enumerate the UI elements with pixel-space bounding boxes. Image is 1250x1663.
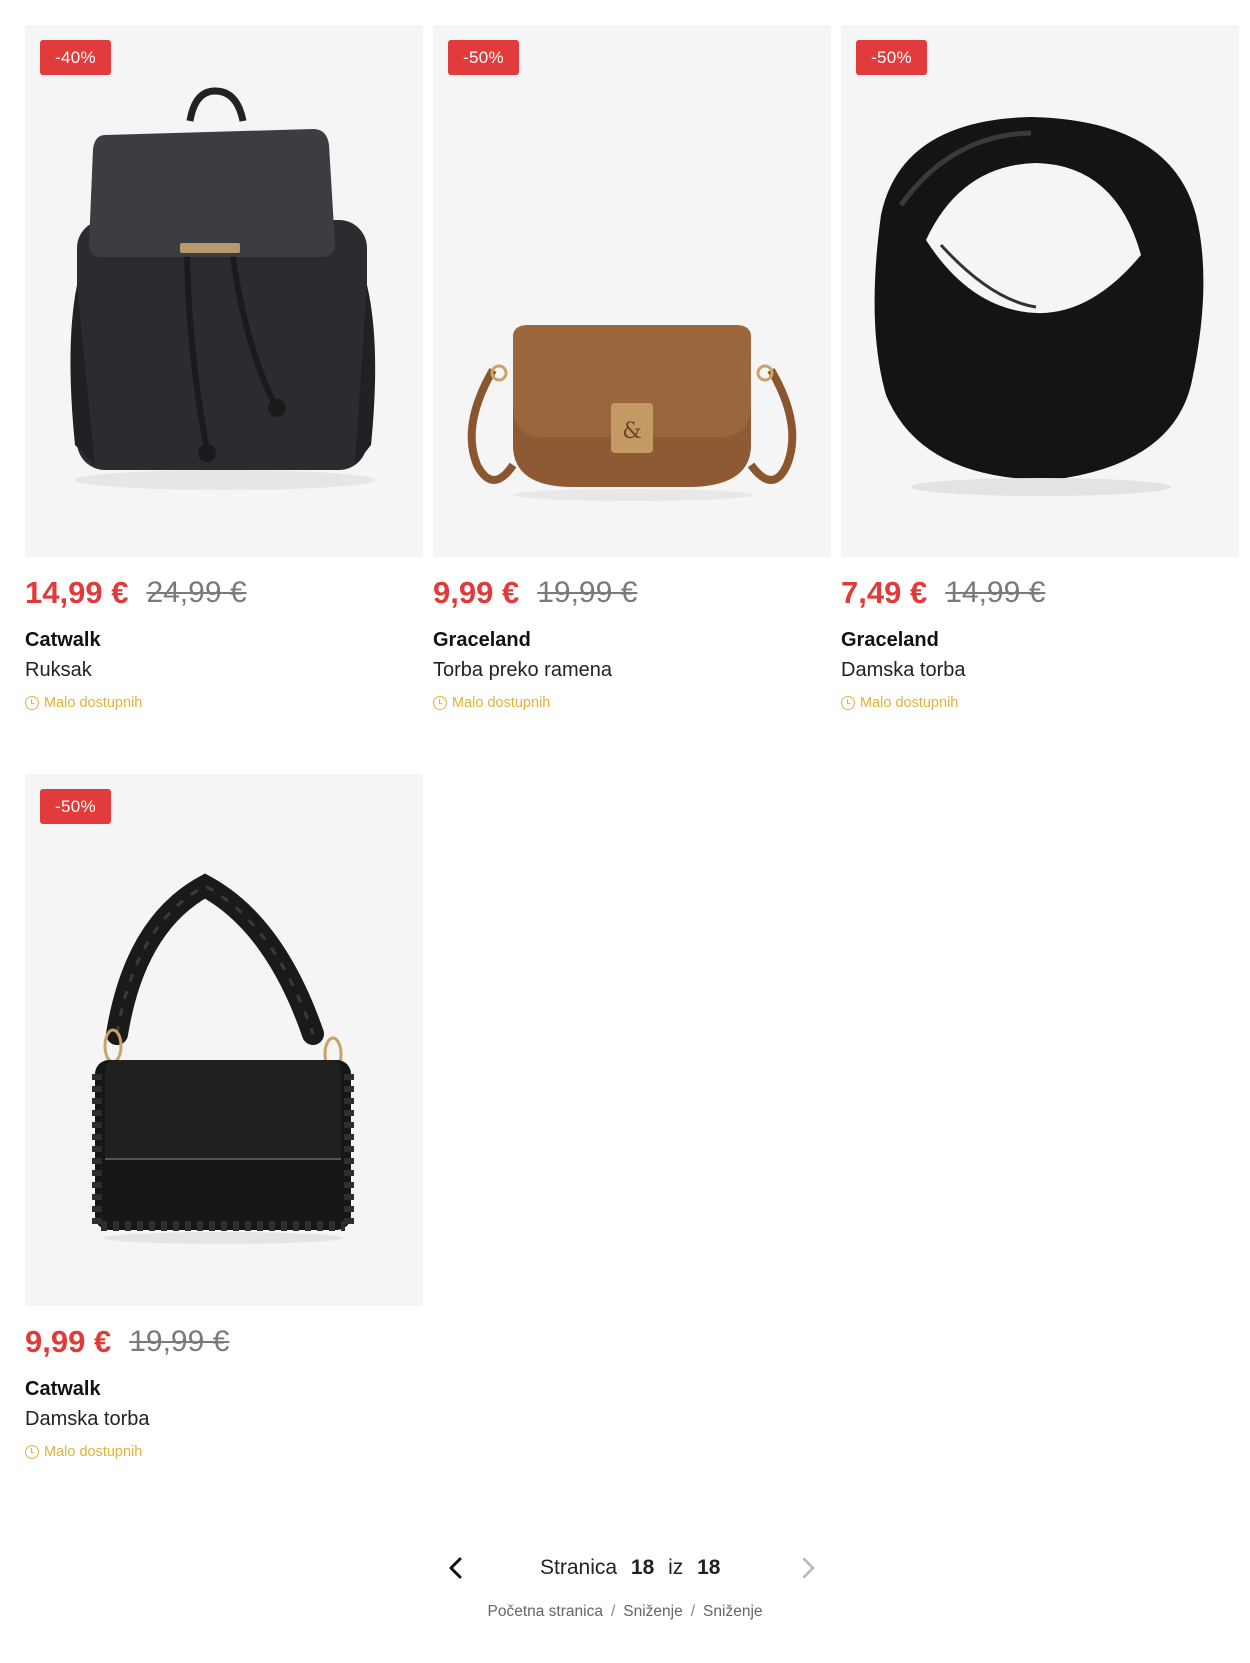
clock-icon — [25, 696, 39, 710]
backpack-image — [70, 87, 376, 490]
chevron-left-icon — [449, 1557, 462, 1579]
availability-label: Malo dostupnih — [44, 695, 143, 711]
current-page: 18 — [630, 1556, 655, 1579]
current-price: 9,99 € — [25, 1324, 112, 1359]
previous-page-button[interactable] — [440, 1552, 472, 1584]
product-card[interactable]: & -50% 9,99 € 19,99 € Graceland Torba pr… — [433, 25, 831, 713]
product-card[interactable]: -40% 14,99 € 24,99 € Catwalk Ruksak Malo… — [25, 25, 423, 713]
product-image-box[interactable]: & -50% — [433, 25, 831, 557]
price-row: 9,99 € 19,99 € — [25, 1322, 423, 1362]
product-image-box[interactable]: -50% — [25, 774, 423, 1306]
original-price: 24,99 € — [146, 576, 247, 609]
current-price: 9,99 € — [433, 575, 520, 610]
original-price: 14,99 € — [945, 576, 1046, 609]
page-label: Stranica — [540, 1556, 618, 1579]
discount-badge: -50% — [856, 40, 927, 75]
chevron-right-icon — [802, 1557, 815, 1579]
clock-icon — [25, 1445, 39, 1459]
product-brand[interactable]: Catwalk — [25, 629, 423, 655]
breadcrumb-separator: / — [610, 1603, 616, 1620]
pagination: Stranica 18 iz 18 — [0, 1548, 1250, 1588]
product-card[interactable]: -50% 9,99 € 19,99 € Catwalk Damska torba… — [25, 774, 423, 1462]
original-price: 19,99 € — [129, 1325, 230, 1358]
availability-status: Malo dostupnih — [433, 693, 831, 713]
product-name[interactable]: Ruksak — [25, 659, 423, 687]
discount-badge: -50% — [40, 789, 111, 824]
discount-badge: -40% — [40, 40, 111, 75]
product-brand[interactable]: Graceland — [433, 629, 831, 655]
original-price: 19,99 € — [537, 576, 638, 609]
product-name[interactable]: Torba preko ramena — [433, 659, 831, 687]
page-indicator: Stranica 18 iz 18 — [540, 1556, 728, 1580]
total-pages: 18 — [697, 1556, 721, 1579]
price-row: 7,49 € 14,99 € — [841, 573, 1239, 613]
product-card[interactable]: -50% 7,49 € 14,99 € Graceland Damska tor… — [841, 25, 1239, 713]
next-page-button[interactable] — [792, 1552, 824, 1584]
page-of-label: iz — [668, 1556, 684, 1579]
breadcrumb: Početna stranica / Sniženje / Sniženje — [0, 1603, 1250, 1621]
product-name[interactable]: Damska torba — [25, 1408, 423, 1436]
shoulder-bag-image — [92, 873, 354, 1244]
product-brand[interactable]: Graceland — [841, 629, 1239, 655]
hobo-bag-image — [874, 117, 1204, 496]
breadcrumb-home[interactable]: Početna stranica — [487, 1603, 602, 1620]
crossbody-bag-image: & — [467, 325, 797, 501]
product-brand[interactable]: Catwalk — [25, 1378, 423, 1404]
breadcrumb-sale[interactable]: Sniženje — [623, 1603, 682, 1620]
price-row: 14,99 € 24,99 € — [25, 573, 423, 613]
availability-label: Malo dostupnih — [44, 1444, 143, 1460]
availability-status: Malo dostupnih — [25, 693, 423, 713]
clock-icon — [433, 696, 447, 710]
price-row: 9,99 € 19,99 € — [433, 573, 831, 613]
availability-status: Malo dostupnih — [841, 693, 1239, 713]
svg-text:&: & — [622, 419, 642, 444]
current-price: 14,99 € — [25, 575, 129, 610]
breadcrumb-sale-current[interactable]: Sniženje — [703, 1603, 762, 1620]
availability-status: Malo dostupnih — [25, 1442, 423, 1462]
breadcrumb-separator: / — [690, 1603, 696, 1620]
product-name[interactable]: Damska torba — [841, 659, 1239, 687]
discount-badge: -50% — [448, 40, 519, 75]
availability-label: Malo dostupnih — [452, 695, 551, 711]
product-image-box[interactable]: -40% — [25, 25, 423, 557]
clock-icon — [841, 696, 855, 710]
availability-label: Malo dostupnih — [860, 695, 959, 711]
current-price: 7,49 € — [841, 575, 928, 610]
product-image-box[interactable]: -50% — [841, 25, 1239, 557]
